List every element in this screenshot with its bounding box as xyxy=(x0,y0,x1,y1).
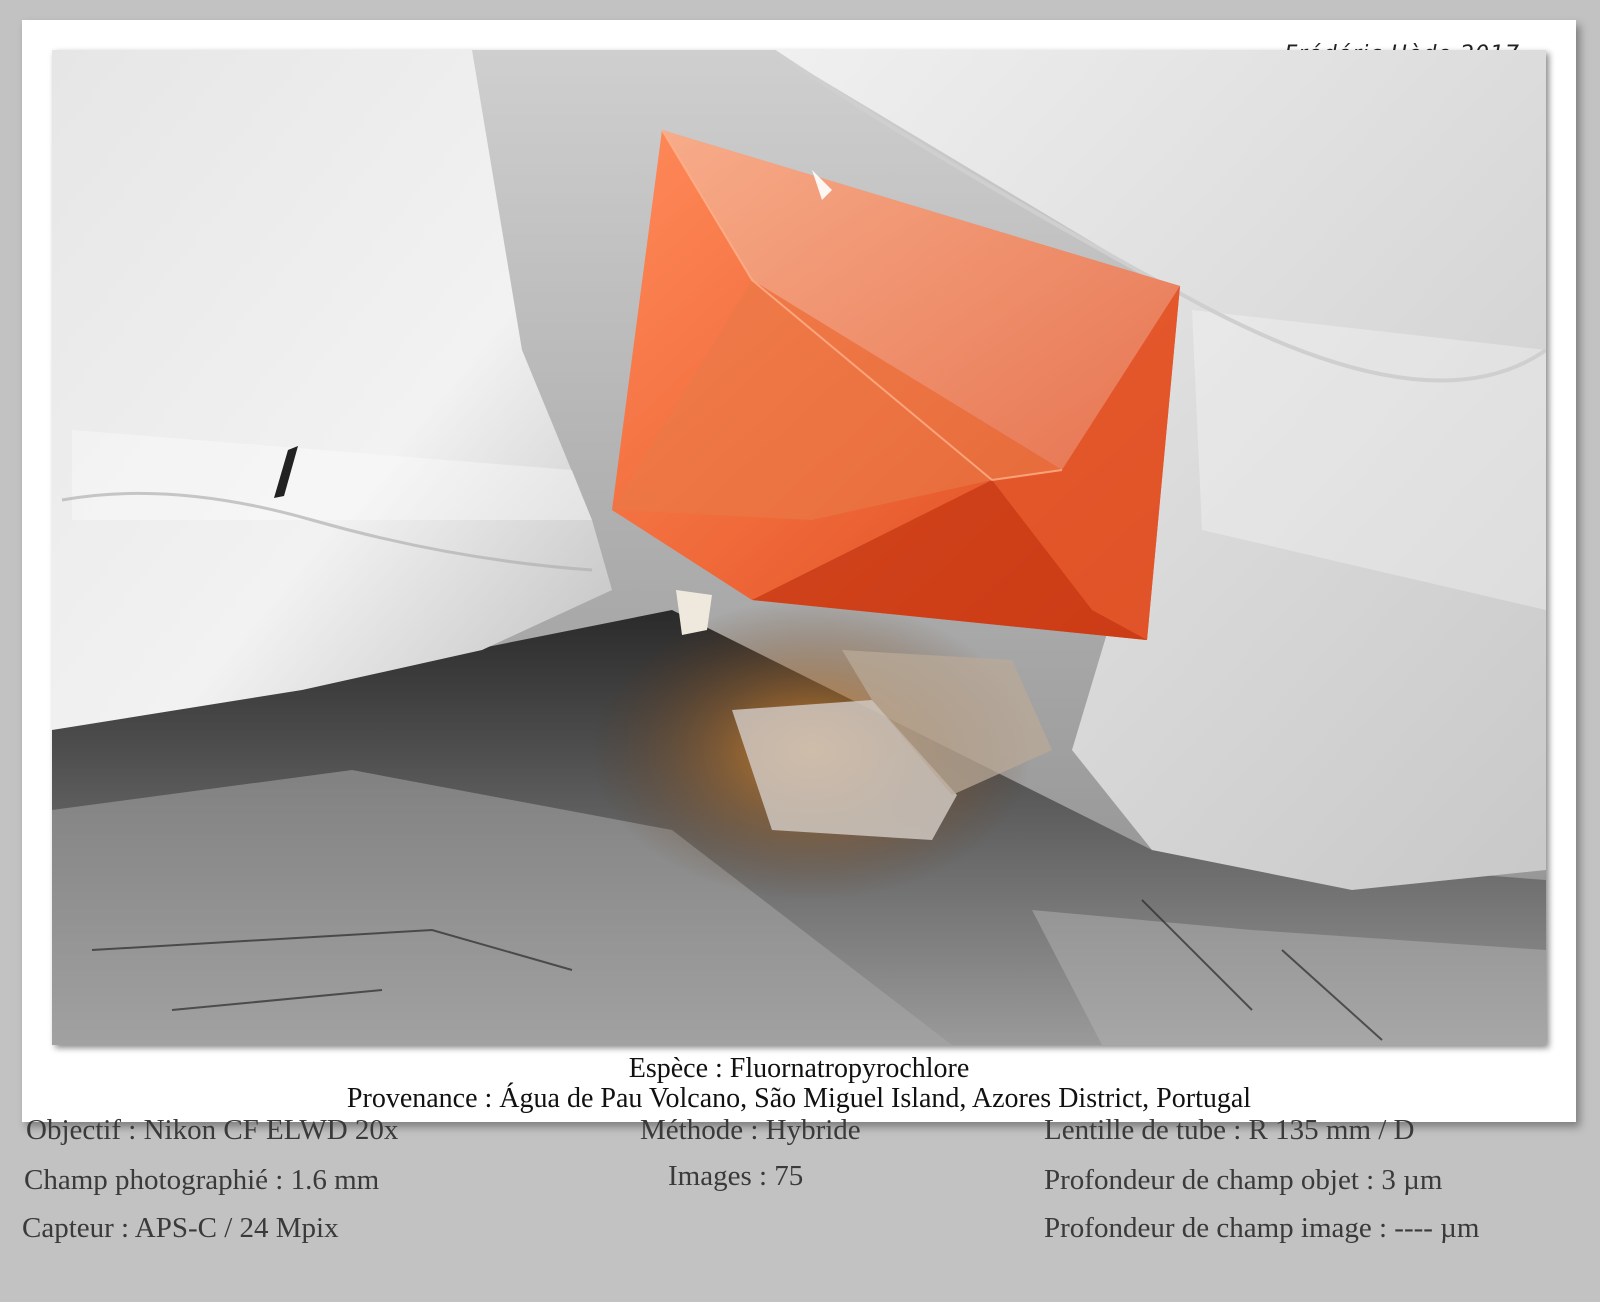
tube-lens-spec: Lentille de tube : R 135 mm / D xyxy=(1044,1114,1415,1146)
method-spec: Méthode : Hybride xyxy=(640,1114,861,1146)
sensor-spec: Capteur : APS-C / 24 Mpix xyxy=(22,1212,339,1244)
mineral-photo xyxy=(52,50,1546,1045)
field-spec: Champ photographié : 1.6 mm xyxy=(24,1164,380,1196)
photo-frame: Frédéric Hède 2017 xyxy=(22,20,1576,1122)
objective-spec: Objectif : Nikon CF ELWD 20x xyxy=(26,1114,399,1146)
provenance-caption: Provenance : Água de Pau Volcano, São Mi… xyxy=(346,1083,1252,1114)
dof-object-spec: Profondeur de champ objet : 3 µm xyxy=(1044,1164,1443,1196)
dof-image-spec: Profondeur de champ image : ---- µm xyxy=(1044,1212,1480,1244)
species-caption: Espèce : Fluornatropyrochlore xyxy=(628,1053,970,1084)
images-spec: Images : 75 xyxy=(668,1160,804,1192)
